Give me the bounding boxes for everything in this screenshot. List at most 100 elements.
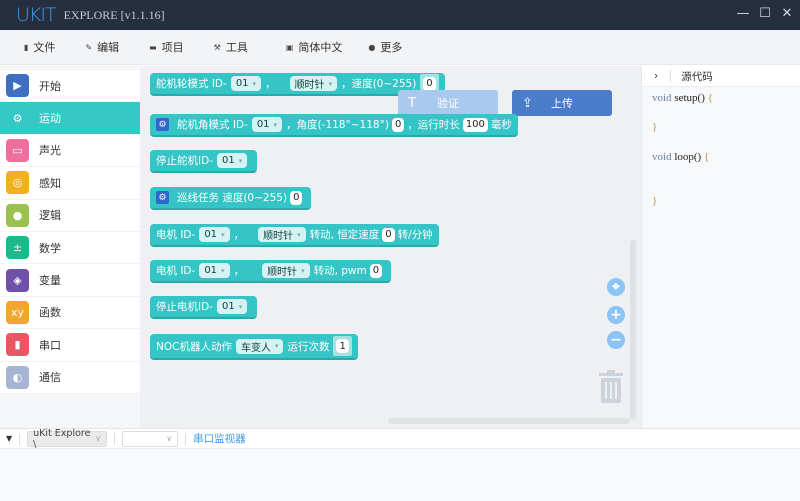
menu-edit[interactable]: ✎ 编辑 — [85, 39, 119, 55]
category-1[interactable]: ⚙ 运动 — [0, 102, 140, 135]
collapse-chevron-icon[interactable]: › — [654, 70, 658, 82]
speed-input[interactable]: 0 — [423, 76, 436, 91]
source-code-panel: › 源代码 void setup() { } void loop() { } — [641, 66, 800, 428]
serial-monitor-link[interactable]: 串口监视器 — [193, 431, 246, 446]
action-dropdown[interactable]: 车变人 — [235, 338, 284, 354]
category-3[interactable]: ◎ 感知 — [0, 167, 140, 200]
block-text: ，运行时长 — [407, 119, 460, 131]
zoom-in-icon[interactable]: + — [607, 306, 625, 324]
upload-button[interactable]: ⇪ 上传 — [512, 90, 612, 116]
block-text: ， — [233, 265, 245, 277]
menu-label: 简体中文 — [298, 41, 343, 54]
code-token: } — [652, 194, 658, 207]
recenter-icon[interactable]: ⌖ — [607, 278, 625, 296]
pwm-input[interactable]: 0 — [369, 263, 383, 278]
category-icon: ● — [6, 203, 29, 227]
code-token: } — [652, 121, 658, 134]
menu-language[interactable]: ▣ 简体中文 — [286, 39, 343, 55]
id-dropdown[interactable]: 01 — [251, 117, 283, 132]
close-button[interactable]: ✕ — [778, 6, 796, 21]
stop-motor-block[interactable]: 停止电机ID- 01 — [150, 296, 258, 319]
block-text: 巡线任务 速度(0~255) — [177, 192, 288, 204]
code-panel-header: › 源代码 — [642, 66, 800, 87]
noc-robot-action-block[interactable]: NOC机器人动作车变人运行次数 1 — [150, 334, 358, 360]
category-label: 开始 — [39, 79, 61, 93]
maximize-button[interactable]: ☐ — [756, 6, 774, 21]
block-text: 转动, 恒定速度 — [309, 229, 380, 241]
category-icon: ⚙ — [12, 111, 23, 125]
block-text: 电机 ID- — [156, 229, 196, 241]
block-text: 停止电机ID- — [156, 301, 213, 313]
duration-input[interactable]: 100 — [462, 117, 488, 132]
category-sidebar: ▶ 开始 ⚙ 运动 ▭ 声光 ◎ 感知 ● 逻辑 ± 数学 ◈ 变量 xy 函数 ▮ 串口 ◐ 通信 — [0, 66, 140, 428]
board-select[interactable]: uKit Explore \ ∨ — [27, 427, 108, 450]
count-input[interactable]: 1 — [336, 339, 349, 353]
id-dropdown[interactable]: 01 — [230, 76, 262, 91]
category-icon: ▮ — [6, 333, 29, 357]
chevron-down-icon: ∨ — [166, 434, 173, 443]
category-icon: ◐ — [6, 365, 29, 389]
category-4[interactable]: ● 逻辑 — [0, 199, 140, 232]
menu-file[interactable]: ▮ 文件 — [24, 39, 55, 55]
trash-icon[interactable] — [597, 368, 625, 404]
category-8[interactable]: ▮ 串口 — [0, 329, 140, 362]
block-text: 毫秒 — [490, 119, 512, 131]
menu-label: 文件 — [33, 41, 56, 54]
motor-pwm-block[interactable]: 电机 ID-01， 顺时针转动, pwm0 — [150, 260, 392, 283]
category-label: 声光 — [39, 144, 61, 158]
minimize-button[interactable]: — — [734, 6, 752, 21]
category-6[interactable]: ◈ 变量 — [0, 264, 140, 297]
category-icon: ± — [6, 236, 29, 260]
block-text: 电机 ID- — [156, 265, 196, 277]
chevron-down-icon[interactable]: ▼ — [6, 434, 12, 443]
menu-label: 编辑 — [97, 41, 120, 54]
direction-dropdown[interactable]: 顺时针 — [262, 263, 310, 278]
category-icon: ▭ — [6, 138, 29, 162]
port-select[interactable]: ∨ — [122, 430, 179, 447]
speed-input[interactable]: 0 — [290, 190, 303, 205]
menu-label: 工具 — [225, 41, 248, 54]
speed-input[interactable]: 0 — [382, 227, 395, 242]
category-5[interactable]: ± 数学 — [0, 231, 140, 265]
console-area — [0, 449, 800, 501]
block-workspace[interactable]: 舵机轮模式 ID-01，顺时针，速度(0~255)0 T验证 ⇪上传 ⚙舵机角模… — [140, 66, 641, 428]
direction-dropdown[interactable]: 顺时针 — [258, 227, 306, 242]
direction-dropdown[interactable]: 顺时针 — [289, 76, 338, 91]
menu-project[interactable]: ▬ 项目 — [149, 39, 184, 55]
block-text: 转动, pwm — [313, 265, 367, 277]
menu-more[interactable]: ● 更多 — [368, 39, 402, 55]
line-follow-block[interactable]: ⚙ 巡线任务 速度(0~255) 0 — [150, 187, 312, 210]
code-panel-title: 源代码 — [681, 70, 713, 83]
id-dropdown[interactable]: 01 — [216, 153, 248, 168]
verify-label: 验证 — [437, 97, 459, 110]
block-text: NOC机器人动作 — [156, 340, 232, 353]
category-2[interactable]: ▭ 声光 — [0, 134, 140, 168]
stop-servo-block[interactable]: 停止舵机ID- 01 — [150, 150, 258, 173]
code-editor[interactable]: void setup() { } void loop() { } — [642, 87, 800, 213]
block-text: ，角度(-118°~118°) — [286, 119, 389, 131]
id-dropdown[interactable]: 01 — [199, 227, 230, 242]
gear-icon[interactable]: ⚙ — [156, 118, 169, 131]
servo-angle-mode-block[interactable]: ⚙ 舵机角模式 ID-01，角度(-118°~118°)0，运行时长100毫秒 — [150, 114, 518, 137]
block-text: ， — [233, 229, 245, 241]
block-text: 舵机轮模式 ID- — [156, 78, 227, 90]
category-9[interactable]: ◐ 通信 — [0, 361, 140, 394]
file-icon: ▮ — [24, 42, 29, 52]
menu-tools[interactable]: ⚒ 工具 — [214, 39, 248, 55]
app-logo: UKIT — [16, 4, 57, 26]
app-title: EXPLORE [v1.1.16] — [63, 7, 165, 22]
vertical-scrollbar[interactable] — [630, 240, 636, 420]
zoom-out-icon[interactable]: − — [607, 331, 625, 349]
horizontal-scrollbar[interactable] — [388, 418, 630, 424]
title-bar: UKIT EXPLORE [v1.1.16] — ☐ ✕ — [0, 0, 800, 30]
board-select-value: uKit Explore \ — [33, 427, 91, 450]
id-dropdown[interactable]: 01 — [216, 299, 248, 314]
verify-icon: T — [408, 95, 416, 111]
id-dropdown[interactable]: 01 — [199, 263, 230, 278]
category-0[interactable]: ▶ 开始 — [0, 70, 140, 103]
verify-button[interactable]: T 验证 — [398, 90, 498, 116]
category-7[interactable]: xy 函数 — [0, 296, 140, 330]
motor-speed-block[interactable]: 电机 ID-01， 顺时针转动, 恒定速度0转/分钟 — [150, 224, 439, 247]
gear-icon[interactable]: ⚙ — [156, 191, 169, 204]
angle-input[interactable]: 0 — [391, 117, 405, 132]
